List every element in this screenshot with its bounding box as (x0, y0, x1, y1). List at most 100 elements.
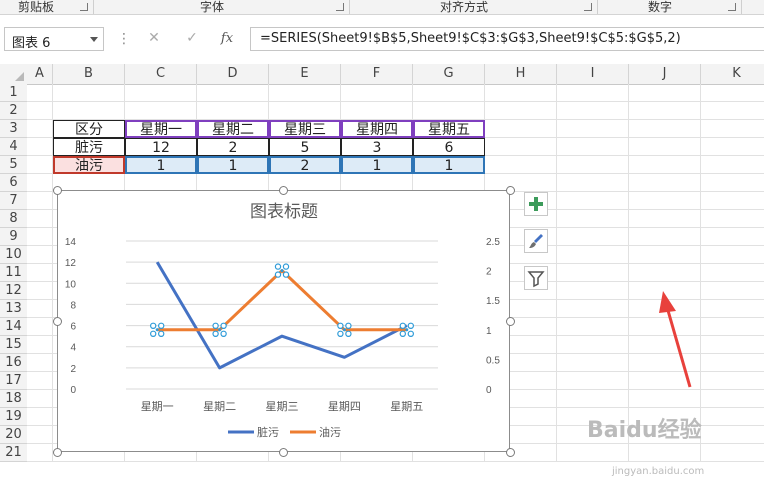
row-header-9[interactable]: 9 (0, 228, 27, 246)
table-cell[interactable]: 12 (125, 138, 197, 156)
row-header-6[interactable]: 6 (0, 174, 27, 192)
table-cell[interactable]: 2 (269, 156, 341, 174)
row-header-18[interactable]: 18 (0, 390, 27, 408)
series-selection-handle (345, 322, 352, 329)
table-cell[interactable]: 3 (341, 138, 413, 156)
row-header-16[interactable]: 16 (0, 354, 27, 372)
table-cell[interactable]: 1 (125, 156, 197, 174)
row-header-15[interactable]: 15 (0, 336, 27, 354)
fx-icon: fx (220, 31, 234, 46)
row-header-20[interactable]: 20 (0, 426, 27, 444)
row-header-17[interactable]: 17 (0, 372, 27, 390)
ribbon-separator (741, 0, 742, 14)
row-header-14[interactable]: 14 (0, 318, 27, 336)
chart-elements-button[interactable] (524, 192, 548, 216)
row-header-2[interactable]: 2 (0, 102, 27, 120)
y-left-tick-label: 2 (70, 364, 76, 375)
chart-resize-handle[interactable] (505, 316, 515, 326)
series-selection-handle (282, 263, 290, 270)
row-header-3[interactable]: 3 (0, 120, 27, 138)
column-header-k[interactable]: K (701, 64, 764, 84)
ribbon-group-font: 字体 (200, 0, 225, 14)
x-tick-label: 星期一 (141, 400, 174, 413)
table-header-cell[interactable]: 星期四 (341, 120, 413, 138)
check-icon[interactable]: ✓ (180, 30, 204, 50)
column-header-c[interactable]: C (125, 64, 197, 84)
table-header-cell[interactable]: 星期三 (269, 120, 341, 138)
ribbon-group-number: 数字 (648, 0, 673, 14)
clipboard-launcher-icon[interactable] (80, 3, 88, 11)
x-tick-label: 星期五 (390, 400, 423, 413)
y-right-tick-label: 0 (486, 385, 492, 396)
font-launcher-icon[interactable] (336, 3, 344, 11)
chart-styles-button[interactable] (524, 229, 548, 253)
column-header-j[interactable]: J (629, 64, 701, 84)
chart-title[interactable]: 图表标题 (250, 202, 318, 221)
row-header-11[interactable]: 11 (0, 264, 27, 282)
row-header-8[interactable]: 8 (0, 210, 27, 228)
column-header-h[interactable]: H (485, 64, 557, 84)
line-chart: 图表标题 0 2 4 6 8 10 12 14 0 0.5 1 1.5 2 2.5 星期一 星期二 星期三 星期四… (65, 202, 500, 439)
insert-function-button[interactable]: fx (215, 30, 239, 50)
y-left-tick-label: 8 (70, 300, 76, 311)
table-cell[interactable]: 5 (269, 138, 341, 156)
row-header-13[interactable]: 13 (0, 300, 27, 318)
ribbon-group-labels: 剪贴板 字体 对齐方式 数字 (0, 0, 764, 15)
series-selection-handle (399, 322, 406, 329)
select-all-button[interactable] (0, 64, 27, 84)
y-right-tick-label: 1.5 (486, 296, 500, 307)
formula-input[interactable]: =SERIES(Sheet9!$B$5,Sheet9!$C$3:$G$3,She… (250, 27, 764, 51)
column-header-b[interactable]: B (53, 64, 125, 84)
row-header-10[interactable]: 10 (0, 246, 27, 264)
table-header-cell[interactable]: 星期一 (125, 120, 197, 138)
close-icon[interactable]: ✕ (142, 30, 166, 50)
table-header-cell[interactable]: 星期二 (197, 120, 269, 138)
chart-resize-handle[interactable] (505, 185, 515, 195)
alignment-launcher-icon[interactable] (584, 3, 592, 11)
chart-area[interactable]: 图表标题 0 2 4 6 8 10 12 14 0 0.5 1 1.5 2 2.5 星期一 星期二 星期三 星期四… (57, 190, 510, 452)
table-cell[interactable]: 油污 (53, 156, 125, 174)
row-header-19[interactable]: 19 (0, 408, 27, 426)
series-selection-handle (337, 330, 344, 337)
column-header-f[interactable]: F (341, 64, 413, 84)
series-line-2 (157, 269, 407, 332)
y-left-tick-label: 4 (70, 343, 76, 354)
chart-filters-button[interactable] (524, 266, 548, 290)
row-header-21[interactable]: 21 (0, 444, 27, 462)
number-launcher-icon[interactable] (728, 3, 736, 11)
table-cell[interactable]: 2 (197, 138, 269, 156)
chart-resize-handle[interactable] (279, 185, 288, 195)
ribbon-separator (93, 0, 94, 14)
chart-resize-handle[interactable] (52, 185, 62, 195)
series-selection-handle (282, 271, 290, 278)
y-right-tick-label: 1 (486, 326, 492, 337)
row-header-5[interactable]: 5 (0, 156, 27, 174)
column-header-i[interactable]: I (557, 64, 629, 84)
table-cell[interactable]: 6 (413, 138, 485, 156)
ribbon-separator (349, 0, 350, 14)
table-cell[interactable]: 1 (197, 156, 269, 174)
table-cell[interactable]: 1 (413, 156, 485, 174)
column-header-a[interactable]: A (27, 64, 53, 84)
column-header-g[interactable]: G (413, 64, 485, 84)
row-header-4[interactable]: 4 (0, 138, 27, 156)
column-header-e[interactable]: E (269, 64, 341, 84)
chevron-down-icon[interactable] (90, 37, 98, 42)
table-cell[interactable]: 1 (341, 156, 413, 174)
chart-resize-handle[interactable] (52, 447, 62, 457)
row-header-1[interactable]: 1 (0, 84, 27, 102)
chart-resize-handle[interactable] (52, 316, 62, 326)
chart-resize-handle[interactable] (279, 447, 288, 457)
row-header-7[interactable]: 7 (0, 192, 27, 210)
name-box[interactable]: 图表 6 (4, 27, 104, 51)
drag-handle-icon[interactable]: ⋮ (117, 31, 131, 47)
y-right-tick-label: 2 (486, 267, 492, 278)
gridline-col (628, 84, 629, 462)
row-header-12[interactable]: 12 (0, 282, 27, 300)
table-cell[interactable]: 脏污 (53, 138, 125, 156)
chart-resize-handle[interactable] (505, 447, 515, 457)
table-header-cell[interactable]: 星期五 (413, 120, 485, 138)
column-header-d[interactable]: D (197, 64, 269, 84)
table-header-cell[interactable]: 区分 (53, 120, 125, 138)
ribbon-group-alignment: 对齐方式 (440, 0, 489, 14)
